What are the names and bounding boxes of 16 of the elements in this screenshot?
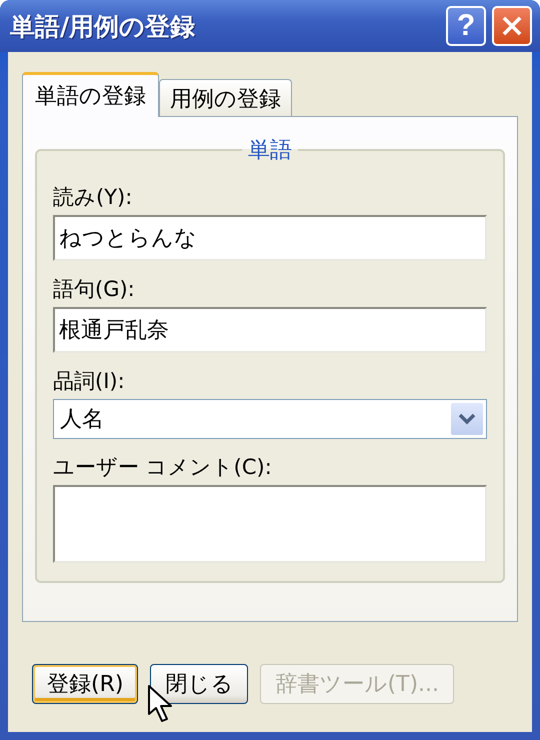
dialog-button[interactable]: 登録(R) — [32, 664, 138, 704]
group-title: 単語 — [247, 137, 293, 165]
dropdown[interactable]: 人名 — [53, 399, 487, 439]
field-label: 品詞(I): — [53, 368, 126, 395]
tab[interactable]: 単語の登録 — [22, 72, 159, 117]
window-title: 単語/用例の登録 — [10, 10, 196, 42]
comment-field[interactable] — [53, 485, 487, 563]
tab[interactable]: 用例の登録 — [159, 79, 292, 116]
field-label: 語句(G): — [53, 276, 136, 303]
close-icon[interactable] — [492, 6, 532, 46]
input-field[interactable]: ねつとらんな — [53, 215, 487, 261]
field-label: 読み(Y): — [53, 184, 134, 211]
input-field[interactable]: 根通戸乱奈 — [53, 307, 487, 353]
help-button[interactable]: ? — [446, 6, 486, 46]
field-label: ユーザー コメント(C): — [53, 454, 273, 481]
dialog-button[interactable]: 閉じる — [150, 664, 248, 704]
